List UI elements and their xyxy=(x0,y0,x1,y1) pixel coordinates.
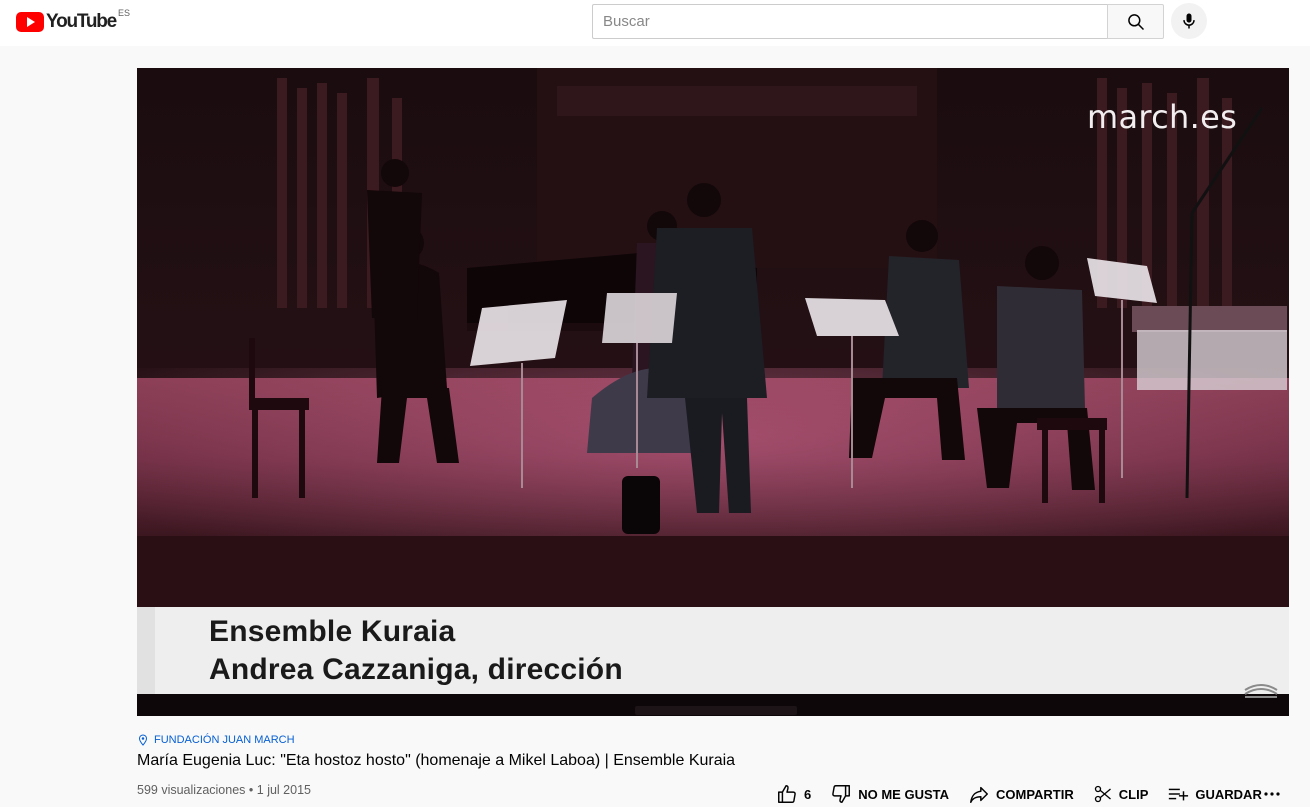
save-button[interactable]: GUARDAR xyxy=(1167,783,1262,805)
upload-date: 1 jul 2015 xyxy=(256,783,311,797)
voice-search-button[interactable] xyxy=(1171,3,1207,39)
video-title: María Eugenia Luc: "Eta hostoz hosto" (h… xyxy=(137,752,736,769)
more-actions-button[interactable] xyxy=(1262,784,1282,804)
channel-tag-label: FUNDACIÓN JUAN MARCH xyxy=(154,734,295,746)
location-pin-icon xyxy=(138,734,148,746)
save-label: GUARDAR xyxy=(1195,786,1262,802)
share-label: COMPARTIR xyxy=(996,786,1074,802)
view-count: 599 visualizaciones xyxy=(137,783,246,797)
youtube-logo[interactable]: YouTube ES xyxy=(16,8,130,34)
thumbs-up-icon xyxy=(778,785,796,803)
search-button[interactable] xyxy=(1107,4,1164,39)
masthead: YouTube ES xyxy=(0,0,1310,46)
like-count: 6 xyxy=(804,786,812,802)
action-bar: 6 NO ME GUSTA COMPARTIR CLIP GUARDAR xyxy=(776,780,1281,807)
share-button[interactable]: COMPARTIR xyxy=(968,783,1074,805)
clip-label: CLIP xyxy=(1118,786,1149,802)
video-frame xyxy=(137,68,1289,608)
search-icon xyxy=(1127,13,1144,30)
add-to-playlist-icon xyxy=(1169,788,1189,801)
share-arrow-icon xyxy=(970,786,988,803)
microphone-icon xyxy=(1183,13,1195,29)
logo-text: YouTube xyxy=(46,11,117,32)
dislike-button[interactable]: NO ME GUSTA xyxy=(830,783,949,805)
youtube-logo-icon xyxy=(16,12,44,32)
caption-conductor: Andrea Cazzaniga, dirección xyxy=(209,653,623,686)
dislike-label: NO ME GUSTA xyxy=(858,786,949,802)
caption-ensemble: Ensemble Kuraia xyxy=(209,615,456,648)
video-player[interactable]: march.es Ensemble Kuraia Andrea Cazzanig… xyxy=(137,68,1289,716)
clip-button[interactable]: CLIP xyxy=(1093,784,1149,804)
more-horizontal-icon xyxy=(1264,792,1280,796)
like-button[interactable]: 6 xyxy=(776,783,811,805)
search-input[interactable] xyxy=(593,5,1108,38)
caption-accent xyxy=(137,607,155,694)
channel-corner-logo-icon xyxy=(1244,684,1278,698)
video-watermark: march.es xyxy=(1087,98,1238,136)
thumbs-down-icon xyxy=(832,785,851,803)
channel-location-tag[interactable]: FUNDACIÓN JUAN MARCH xyxy=(137,734,295,746)
video-meta: 599 visualizaciones • 1 jul 2015 xyxy=(137,783,311,797)
meta-separator: • xyxy=(248,783,254,797)
scissors-icon xyxy=(1094,785,1111,803)
search-box xyxy=(592,4,1108,39)
country-code: ES xyxy=(118,8,131,18)
progress-bar[interactable] xyxy=(635,706,797,715)
